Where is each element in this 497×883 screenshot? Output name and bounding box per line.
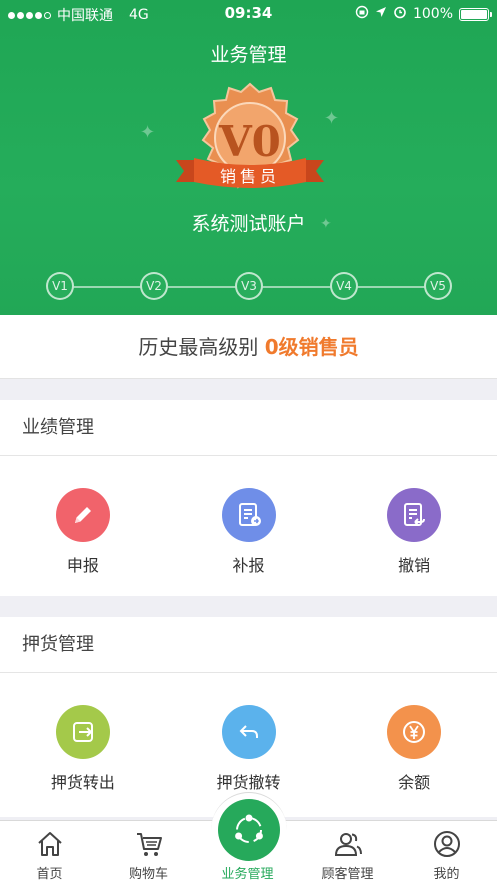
tab-home-label: 首页: [36, 867, 63, 882]
deposit-revoke-transfer-label: 押货撤转: [216, 773, 281, 792]
level-badge: V0 销售员: [170, 78, 330, 208]
yen-icon: [387, 705, 442, 759]
history-value: 0级销售员: [264, 335, 359, 359]
section-title: 押货管理: [0, 617, 497, 673]
performance-section: 业绩管理 申报 补报 撤销: [0, 400, 497, 596]
rotation-lock-icon: [355, 5, 369, 23]
battery-icon: [459, 7, 492, 21]
location-icon: [375, 6, 387, 22]
history-level: 历史最高级别 0级销售员: [0, 315, 497, 379]
revoke-label: 撤销: [398, 556, 431, 575]
alarm-icon: [393, 5, 407, 23]
status-bar: 中国联通 4G 09:34 100%: [0, 0, 497, 28]
tab-customers[interactable]: 顾客管理: [298, 821, 397, 883]
supplement-label: 补报: [232, 556, 265, 575]
section-title: 业绩管理: [0, 400, 497, 456]
tab-profile-label: 我的: [433, 867, 460, 882]
level-node-v2: V2: [140, 272, 168, 300]
tab-home[interactable]: 首页: [0, 821, 99, 883]
supplement-button[interactable]: 补报: [166, 456, 332, 596]
badge-level-text: V0: [218, 117, 281, 166]
deposit-section: 押货管理 押货转出 押货撤转 余额: [0, 617, 497, 817]
page-title: 业务管理: [210, 44, 287, 66]
level-node-v1: V1: [46, 272, 74, 300]
balance-button[interactable]: 余额: [331, 673, 497, 813]
customers-icon: [334, 833, 362, 856]
tab-profile[interactable]: 我的: [397, 821, 496, 883]
tab-cart-label: 购物车: [128, 867, 168, 882]
share-icon: [235, 814, 263, 843]
declare-label: 申报: [66, 556, 99, 575]
declare-button[interactable]: 申报: [0, 456, 166, 596]
sparkle-icon: ✦: [140, 122, 156, 143]
balance-label: 余额: [398, 773, 431, 792]
tab-business-button[interactable]: [218, 799, 280, 861]
account-name: 系统测试账户: [191, 213, 306, 235]
cart-icon: [137, 833, 162, 856]
deposit-transfer-out-label: 押货转出: [50, 773, 115, 792]
tab-customers-label: 顾客管理: [321, 867, 374, 882]
level-progress: V1 V2 V3 V4 V5: [46, 272, 452, 302]
level-node-v5: V5: [424, 272, 452, 300]
home-icon: [38, 832, 62, 856]
level-node-v3: V3: [235, 272, 263, 300]
tab-cart[interactable]: 购物车: [99, 821, 198, 883]
revoke-button[interactable]: 撤销: [331, 456, 497, 596]
pencil-icon: [55, 488, 110, 542]
badge-level-name: 销售员: [220, 167, 280, 186]
level-node-v4: V4: [330, 272, 358, 300]
battery-percent: 100%: [412, 6, 453, 22]
export-icon: [55, 705, 110, 759]
history-label: 历史最高级别: [138, 335, 259, 359]
reply-icon: [221, 705, 276, 759]
document-undo-icon: [387, 488, 442, 542]
header-hero: 中国联通 4G 09:34 100% 业务管理 ✦ ✦ ✦ V0 销售员 系统测…: [0, 0, 497, 315]
deposit-transfer-out-button[interactable]: 押货转出: [0, 673, 166, 813]
document-arrow-icon: [221, 488, 276, 542]
profile-icon: [434, 831, 460, 857]
